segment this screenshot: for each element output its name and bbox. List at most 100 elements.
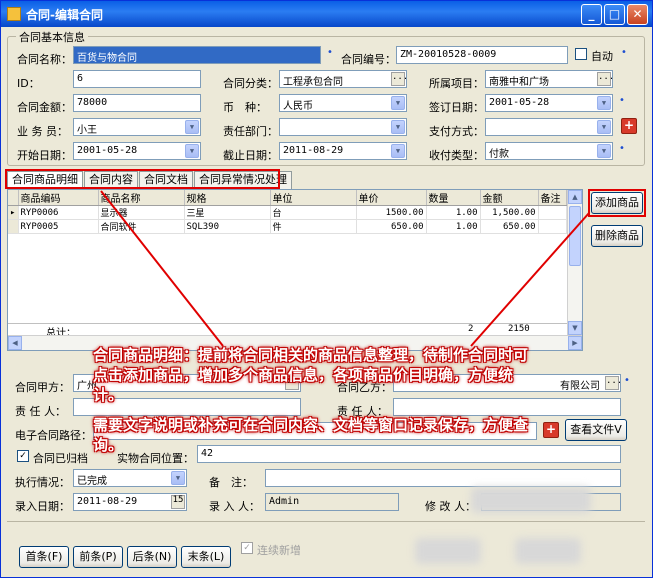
total-qty: 2 <box>468 324 474 334</box>
window-title: 合同-编辑合同 <box>26 7 103 22</box>
browse-icon[interactable]: ... <box>391 72 406 86</box>
currency-select[interactable]: 人民币 ▼ <box>279 94 407 112</box>
chevron-down-icon[interactable]: ▼ <box>185 120 199 134</box>
table-cell[interactable]: RYP0005 <box>18 219 99 234</box>
total-amount: 2150 <box>508 324 530 334</box>
blurred-watermark <box>471 487 591 513</box>
salesman-select[interactable]: 小王 ▼ <box>73 118 201 136</box>
tabs-highlight <box>5 169 280 189</box>
salesman-value: 小王 <box>77 125 97 136</box>
chevron-down-icon[interactable]: ▼ <box>391 144 405 158</box>
row-indicator: ▸ <box>8 205 19 220</box>
category-field[interactable]: 工程承包合同... <box>279 70 407 88</box>
code-label: 合同编号： <box>341 53 396 66</box>
scroll-up-icon[interactable]: ▲ <box>568 190 582 204</box>
table-cell[interactable] <box>538 219 567 234</box>
chevron-down-icon[interactable]: ▼ <box>597 144 611 158</box>
product-grid[interactable]: 商品编码 商品名称 规格 单位 单价 数量 金额 备注 ▸ RYP0006 显示器 三星台 1500.… <box>7 189 583 351</box>
sign-date-picker[interactable]: 2001-05-28 ▼ <box>485 94 613 112</box>
table-cell[interactable]: 1500.00 <box>356 205 427 220</box>
table-cell[interactable]: 件 <box>270 219 357 234</box>
column-header[interactable]: 金额 <box>480 190 539 206</box>
close-button[interactable]: ✕ <box>627 4 648 25</box>
table-row[interactable]: RYP0005 合同软件 SQL390 件 650.00 1.00 650.00 <box>8 219 567 234</box>
column-header[interactable]: 商品名称 <box>98 190 185 206</box>
income-type-value: 付款 <box>489 149 509 160</box>
chevron-down-icon[interactable]: ▼ <box>171 471 185 485</box>
chevron-down-icon[interactable]: ▼ <box>597 120 611 134</box>
end-date-picker[interactable]: 2011-08-29 ▼ <box>279 142 407 160</box>
browse-icon[interactable]: ... <box>597 72 612 86</box>
id-field[interactable]: 6 <box>73 70 201 88</box>
divider <box>7 521 645 522</box>
scroll-thumb[interactable] <box>569 206 581 266</box>
income-type-select[interactable]: 付款 ▼ <box>485 142 613 160</box>
continuous-add-checkbox[interactable]: ✓ <box>241 542 253 554</box>
table-cell[interactable]: SQL390 <box>184 219 271 234</box>
add-pay-method-icon[interactable]: + <box>621 118 637 134</box>
next-record-button[interactable]: 后条(N) <box>127 546 177 568</box>
attach-file-icon[interactable]: + <box>543 422 559 438</box>
dept-label: 责任部门： <box>223 125 278 138</box>
delete-product-button[interactable]: 删除商品 <box>591 225 643 247</box>
pay-method-select[interactable]: ▼ <box>485 118 613 136</box>
maximize-button[interactable]: □ <box>604 4 625 25</box>
browse-icon[interactable]: ... <box>605 376 620 390</box>
column-header[interactable]: 规格 <box>184 190 271 206</box>
column-header[interactable]: 备注 <box>538 190 567 206</box>
chevron-down-icon[interactable]: ▼ <box>391 96 405 110</box>
add-product-highlight <box>588 189 646 217</box>
chevron-down-icon[interactable]: ▼ <box>391 120 405 134</box>
table-cell[interactable]: 650.00 <box>480 219 539 234</box>
exec-label: 执行情况： <box>15 476 70 489</box>
chevron-down-icon[interactable]: ▼ <box>185 144 199 158</box>
column-header[interactable]: 单位 <box>270 190 357 206</box>
column-header[interactable]: 单价 <box>356 190 427 206</box>
table-cell[interactable]: 1.00 <box>426 219 481 234</box>
project-field[interactable]: 南雅中和广场... <box>485 70 613 88</box>
minimize-button[interactable]: _ <box>581 4 602 25</box>
table-cell[interactable]: 650.00 <box>356 219 427 234</box>
table-cell[interactable]: 台 <box>270 205 357 220</box>
table-cell[interactable]: 1.00 <box>426 205 481 220</box>
blurred-close-button[interactable] <box>515 538 581 564</box>
table-cell[interactable]: RYP0006 <box>18 205 99 220</box>
contract-name-field[interactable]: 百货与物合同 <box>73 46 321 64</box>
archived-label: 合同已归档 <box>33 452 88 465</box>
contract-code-field[interactable]: ZM-20010528-0009 <box>396 46 568 64</box>
archived-checkbox[interactable]: ✓ <box>17 450 29 462</box>
title-bar: 合同-编辑合同 _ □ ✕ <box>1 1 652 27</box>
amount-field[interactable]: 78000 <box>73 94 201 112</box>
scroll-left-icon[interactable]: ◀ <box>8 336 22 350</box>
required-star: • <box>327 47 333 58</box>
remark-field[interactable] <box>265 469 621 487</box>
table-cell[interactable] <box>538 205 567 220</box>
chevron-down-icon[interactable]: ▼ <box>597 96 611 110</box>
contract-edit-window: 合同-编辑合同 _ □ ✕ 合同基本信息 合同名称： 百货与物合同 • 合同编号… <box>0 0 653 578</box>
start-date-value: 2001-05-28 <box>77 145 138 156</box>
dept-select[interactable]: ▼ <box>279 118 407 136</box>
vertical-scrollbar[interactable]: ▲ ▼ <box>567 190 582 335</box>
scroll-right-icon[interactable]: ▶ <box>568 336 582 350</box>
calendar-icon[interactable]: 15 <box>171 495 185 509</box>
table-cell[interactable]: 合同软件 <box>98 219 185 234</box>
column-header[interactable]: 数量 <box>426 190 481 206</box>
auto-checkbox[interactable] <box>575 48 587 60</box>
product-table: 商品编码 商品名称 规格 单位 单价 数量 金额 备注 ▸ RYP0006 显示器 三星台 1500.… <box>8 190 567 234</box>
exec-select[interactable]: 已完成 ▼ <box>73 469 187 487</box>
blurred-save-button[interactable] <box>415 538 481 564</box>
remark-label: 备 注： <box>209 476 253 489</box>
table-row[interactable]: ▸ RYP0006 显示器 三星台 1500.00 1.00 1,500.00 <box>8 205 567 220</box>
entry-date-picker[interactable]: 2011-08-29 15 <box>73 493 187 511</box>
start-date-picker[interactable]: 2001-05-28 ▼ <box>73 142 201 160</box>
table-cell[interactable]: 显示器 <box>98 205 185 220</box>
view-file-button[interactable]: 查看文件V <box>565 419 627 441</box>
scroll-down-icon[interactable]: ▼ <box>568 321 582 335</box>
column-header[interactable]: 商品编码 <box>18 190 99 206</box>
sign-date-value: 2001-05-28 <box>489 97 550 108</box>
last-record-button[interactable]: 末条(L) <box>181 546 231 568</box>
first-record-button[interactable]: 首条(F) <box>19 546 69 568</box>
prev-record-button[interactable]: 前条(P) <box>73 546 123 568</box>
table-cell[interactable]: 1,500.00 <box>480 205 539 220</box>
table-cell[interactable]: 三星 <box>184 205 271 220</box>
